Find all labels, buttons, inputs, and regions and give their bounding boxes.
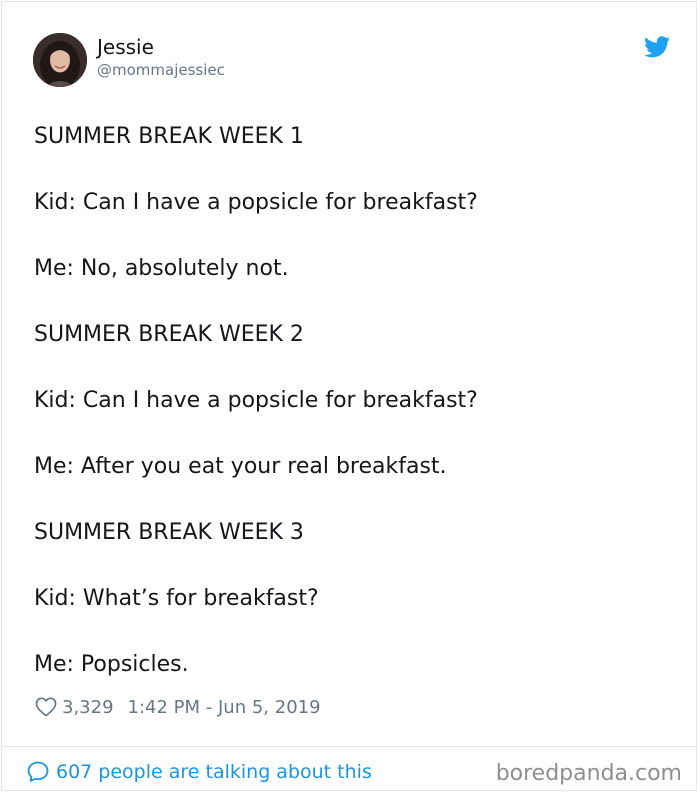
conversation-count-label[interactable]: 607 people are talking about this xyxy=(56,761,372,783)
author-handle[interactable]: @mommajessiec xyxy=(97,60,225,80)
tweet-card: Jessie @mommajessiec SUMMER BREAK WEEK 1… xyxy=(1,1,697,791)
twitter-bird-icon[interactable] xyxy=(644,36,670,58)
tweet-line: SUMMER BREAK WEEK 3 xyxy=(34,520,304,545)
avatar-photo xyxy=(33,33,87,87)
tweet-line: Kid: What’s for breakfast? xyxy=(34,586,319,611)
avatar[interactable] xyxy=(33,33,87,87)
conversation-link[interactable]: 607 people are talking about this xyxy=(26,758,372,786)
heart-icon[interactable] xyxy=(35,697,57,717)
like-count[interactable]: 3,329 xyxy=(62,697,114,718)
source-watermark: boredpanda.com xyxy=(495,761,682,786)
tweet-line: Kid: Can I have a popsicle for breakfast… xyxy=(34,190,478,215)
tweet-line: Me: No, absolutely not. xyxy=(34,256,289,281)
author-name[interactable]: Jessie xyxy=(97,34,154,60)
tweet-line: Me: After you eat your real breakfast. xyxy=(34,454,447,479)
tweet-meta: 3,329 1:42 PM - Jun 5, 2019 xyxy=(35,694,321,720)
tweet-line: Me: Popsicles. xyxy=(34,652,189,677)
speech-bubble-icon xyxy=(27,761,49,782)
tweet-line: SUMMER BREAK WEEK 1 xyxy=(34,124,304,149)
tweet-line: Kid: Can I have a popsicle for breakfast… xyxy=(34,388,478,413)
timestamp[interactable]: 1:42 PM - Jun 5, 2019 xyxy=(128,697,321,718)
tweet-line: SUMMER BREAK WEEK 2 xyxy=(34,322,304,347)
divider xyxy=(2,746,696,747)
